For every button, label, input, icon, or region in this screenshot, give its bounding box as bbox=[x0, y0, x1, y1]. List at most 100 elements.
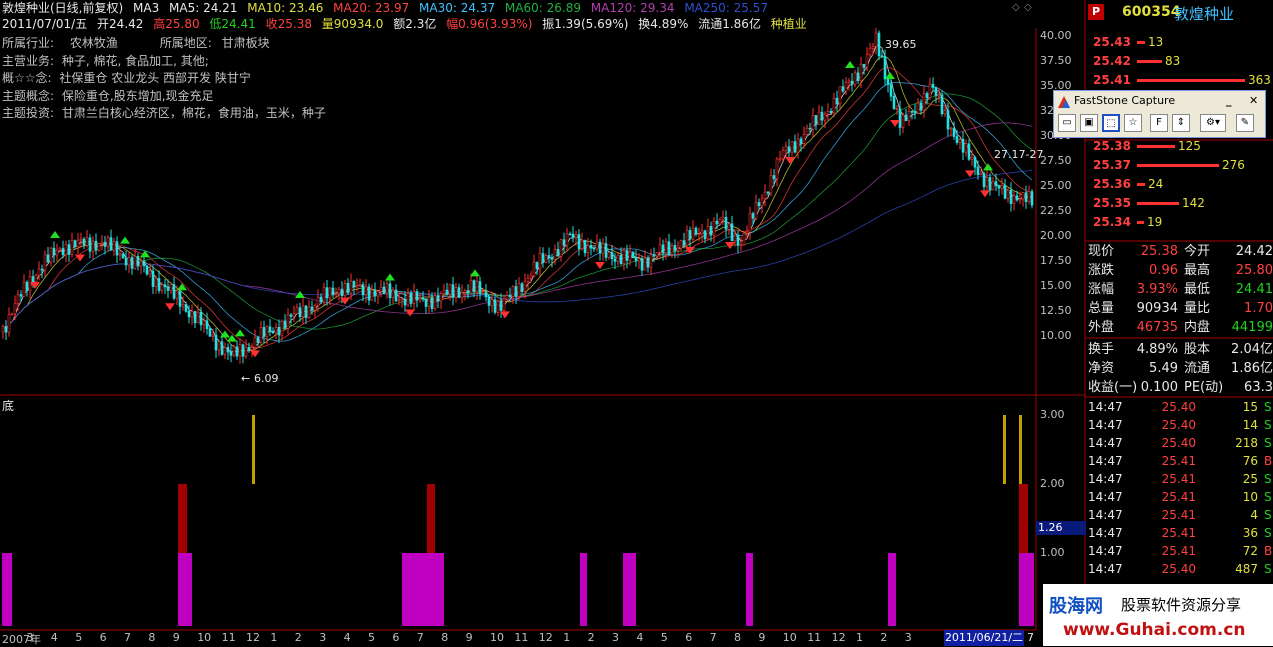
trade-row[interactable]: 14:47 25.40 15 S bbox=[1088, 398, 1273, 416]
candle-body bbox=[478, 281, 482, 294]
trade-price: 25.40 bbox=[1161, 400, 1196, 414]
ask-volume-bar bbox=[1136, 41, 1145, 44]
stat-value: 25.80 bbox=[1235, 263, 1273, 278]
candle-body bbox=[808, 127, 812, 130]
candle-body bbox=[445, 289, 449, 295]
trade-side: S bbox=[1264, 562, 1272, 576]
ma-line bbox=[2, 122, 1033, 330]
candle-body bbox=[868, 47, 872, 55]
candle-body bbox=[739, 244, 743, 247]
candle-body bbox=[457, 287, 461, 298]
candle-body bbox=[706, 226, 710, 240]
ask-level-row[interactable]: 25.43 13 bbox=[1093, 33, 1163, 51]
candle-body bbox=[676, 247, 680, 251]
candle-body bbox=[832, 97, 836, 114]
candle-body bbox=[337, 288, 341, 294]
candle-body bbox=[970, 156, 974, 160]
ask-level-row[interactable]: 25.41 363 bbox=[1093, 71, 1271, 89]
trade-row[interactable]: 14:47 25.41 10 S bbox=[1088, 488, 1273, 506]
candle-body bbox=[682, 240, 686, 246]
candle-body bbox=[664, 241, 668, 254]
month-tick: 1 bbox=[856, 631, 863, 644]
close-icon[interactable]: ✕ bbox=[1249, 91, 1258, 111]
price-chart[interactable] bbox=[0, 28, 1036, 394]
candle-body bbox=[496, 300, 500, 313]
trade-row[interactable]: 14:47 25.41 25 S bbox=[1088, 470, 1273, 488]
candle-body bbox=[586, 245, 590, 254]
diamond-icon[interactable]: ◇ bbox=[1024, 2, 1032, 13]
sell-arrow-icon bbox=[965, 164, 975, 178]
trade-row[interactable]: 14:47 25.41 72 B bbox=[1088, 542, 1273, 560]
candle-body bbox=[244, 347, 248, 357]
trade-row[interactable]: 14:47 25.40 218 S bbox=[1088, 434, 1273, 452]
candle-body bbox=[853, 72, 857, 85]
capture-freehand-icon[interactable]: ☆ bbox=[1124, 114, 1142, 132]
trade-row[interactable]: 14:47 25.41 36 S bbox=[1088, 524, 1273, 542]
month-tick: 9 bbox=[172, 631, 180, 644]
candle-body bbox=[40, 268, 44, 271]
low-annotation-arrow: ← bbox=[241, 372, 251, 385]
capture-object-icon[interactable]: ▣ bbox=[1080, 114, 1098, 132]
candle-body bbox=[499, 300, 503, 311]
capture-scrolling-icon[interactable]: ⇕ bbox=[1172, 114, 1190, 132]
trade-row[interactable]: 14:47 25.40 14 S bbox=[1088, 416, 1273, 434]
month-tick: 2007年 bbox=[2, 633, 41, 646]
bid-level-row[interactable]: 25.38 125 bbox=[1093, 137, 1201, 155]
output-options-icon[interactable]: ⚙▾ bbox=[1200, 114, 1226, 132]
month-tick: 2 bbox=[294, 631, 302, 644]
quote-stat-row: 总量 90934 量比 1.70 bbox=[1088, 299, 1273, 318]
ask-level-row[interactable]: 25.42 83 bbox=[1093, 52, 1180, 70]
candle-body bbox=[82, 238, 86, 246]
indicator-axis-tick: 3.00 bbox=[1040, 408, 1065, 421]
candle-body bbox=[736, 234, 740, 246]
diamond-icon[interactable]: ◇ bbox=[1012, 2, 1020, 13]
settings-icon[interactable]: ✎ bbox=[1236, 114, 1254, 132]
candle-body bbox=[313, 305, 317, 311]
month-tick: 5 bbox=[660, 631, 668, 644]
signal-bar-3 bbox=[1003, 415, 1006, 484]
candle-body bbox=[562, 239, 566, 246]
bid-volume-bar bbox=[1136, 145, 1175, 148]
bid-level-row[interactable]: 25.37 276 bbox=[1093, 156, 1245, 174]
stat-value: 90934 bbox=[1136, 301, 1178, 316]
trade-volume: 72 bbox=[1242, 544, 1258, 558]
faststone-titlebar[interactable]: FastStone Capture _ ✕ bbox=[1054, 91, 1265, 111]
stat-value: 5.49 bbox=[1149, 361, 1178, 376]
candle-body bbox=[307, 306, 311, 318]
bid-level-row[interactable]: 25.35 142 bbox=[1093, 194, 1205, 212]
candle-body bbox=[298, 307, 302, 317]
trade-side: S bbox=[1264, 400, 1272, 414]
candle-body bbox=[427, 297, 431, 307]
candle-body bbox=[433, 295, 437, 309]
trade-row[interactable]: 14:47 25.40 487 S bbox=[1088, 560, 1273, 578]
candle-body bbox=[346, 283, 350, 294]
capture-region-icon[interactable]: ⬚ bbox=[1102, 114, 1120, 132]
candle-body bbox=[913, 111, 917, 114]
ask-volume: 363 bbox=[1247, 73, 1271, 87]
quote-stat-row: 净资 5.49 流通 1.86亿 bbox=[1088, 359, 1273, 378]
trade-side: S bbox=[1264, 418, 1272, 432]
indicator-chart[interactable] bbox=[0, 396, 1036, 630]
trade-volume: 218 bbox=[1235, 436, 1258, 450]
trade-time: 14:47 bbox=[1088, 418, 1123, 432]
candle-body bbox=[493, 299, 497, 313]
candle-body bbox=[169, 284, 173, 291]
candle-body bbox=[766, 191, 770, 194]
signal-bar-1 bbox=[178, 553, 192, 626]
trade-row[interactable]: 14:47 25.41 4 S bbox=[1088, 506, 1273, 524]
minimize-icon[interactable]: _ bbox=[1226, 91, 1232, 111]
trade-row[interactable]: 14:47 25.41 76 B bbox=[1088, 452, 1273, 470]
capture-window-icon[interactable]: ▭ bbox=[1058, 114, 1076, 132]
candle-body bbox=[451, 284, 455, 298]
capture-fullscreen-icon[interactable]: F bbox=[1150, 114, 1168, 132]
bid-level-row[interactable]: 25.34 19 bbox=[1093, 213, 1162, 231]
month-tick: 2 bbox=[587, 631, 595, 644]
candle-body bbox=[622, 250, 626, 265]
faststone-capture-window[interactable]: FastStone Capture _ ✕ ▭ ▣ ⬚ ☆ F ⇕ ⚙▾ ✎ bbox=[1053, 90, 1266, 138]
candle-body bbox=[163, 284, 167, 288]
candle-body bbox=[592, 247, 596, 250]
bid-volume: 125 bbox=[1177, 139, 1201, 153]
month-tick: 8 bbox=[441, 631, 449, 644]
candle-body bbox=[391, 289, 395, 299]
bid-level-row[interactable]: 25.36 24 bbox=[1093, 175, 1163, 193]
